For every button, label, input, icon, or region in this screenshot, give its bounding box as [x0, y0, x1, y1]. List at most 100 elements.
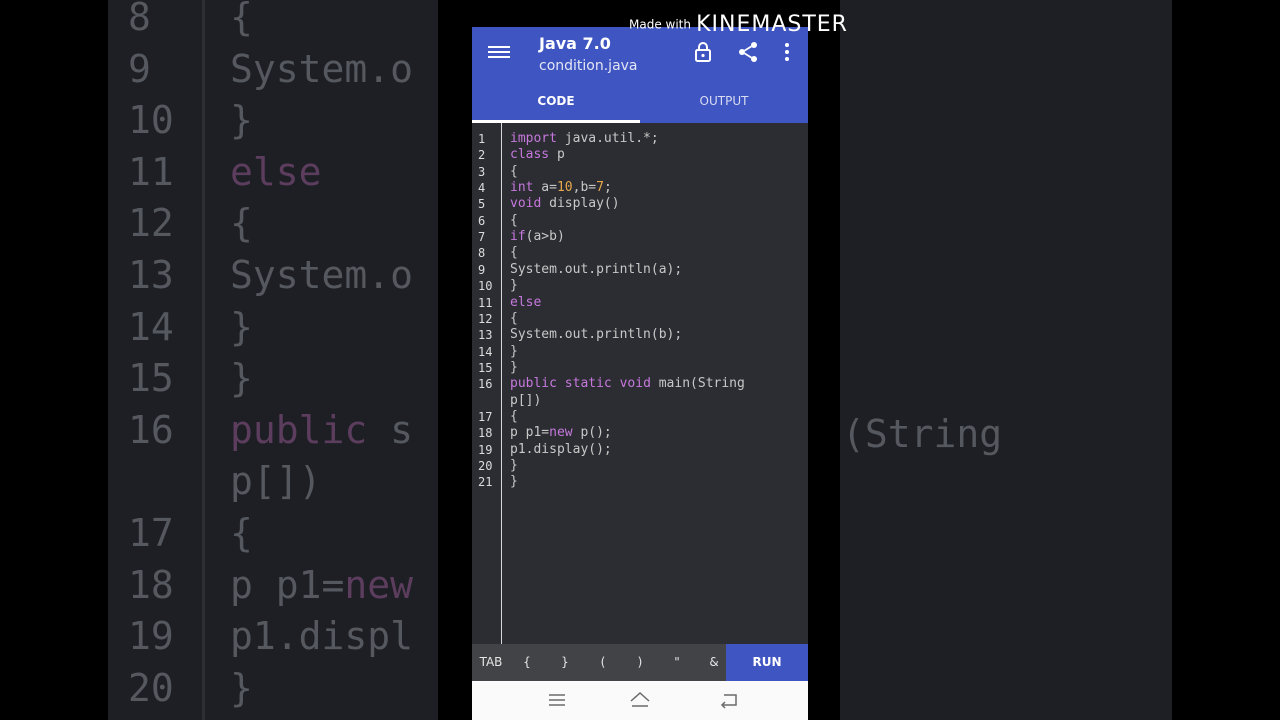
background-code-text: else [230, 149, 322, 194]
watermark-brand: KINEMASTER [696, 12, 848, 37]
system-nav-bar [472, 681, 808, 720]
line-number: 6 [478, 213, 486, 228]
key-open-paren[interactable]: ( [592, 644, 614, 681]
code-text: import java.util.*; [510, 131, 659, 146]
code-text: } [510, 458, 518, 473]
code-text: void display() [510, 196, 620, 212]
background-code-text: public s [230, 407, 414, 452]
more-vert-icon[interactable] [775, 40, 799, 64]
background-code-blur-left: 8 {9 System.o 10} 11 else 12 {13 System.o 14} 15} 1… [108, 0, 438, 720]
code-text: { [510, 212, 518, 228]
background-line-number: 14 [128, 304, 174, 349]
line-number: 13 [478, 328, 493, 343]
line-number: 3 [478, 164, 486, 179]
code-text: { [510, 245, 518, 261]
background-line-number: 9 [128, 46, 151, 91]
code-text: } [510, 474, 518, 490]
code-text: p[]) [510, 392, 542, 408]
background-code-text: } [230, 98, 253, 143]
code-text: int a=10,b=7; [510, 180, 612, 196]
line-number: 11 [478, 295, 493, 310]
line-number: 14 [478, 344, 493, 359]
line-number: 19 [478, 442, 493, 457]
line-number: 9 [478, 262, 486, 277]
line-number: 10 [478, 279, 493, 294]
background-code-text: System.o [230, 46, 414, 91]
tab-output[interactable]: OUTPUT [640, 87, 808, 123]
background-line-number: 8 [128, 0, 151, 39]
line-number: 15 [478, 360, 493, 375]
background-code-text: p[]) [230, 459, 322, 504]
line-number: 16 [478, 377, 493, 392]
background-code-text: } [230, 304, 253, 349]
file-name: condition.java [539, 58, 638, 74]
background-code-text: { [230, 0, 253, 39]
background-gutter-line [202, 0, 205, 720]
code-text: System.out.println(b); [510, 327, 683, 343]
line-number: 2 [478, 148, 486, 163]
background-line-number: 12 [128, 201, 174, 246]
key-open-brace[interactable]: { [516, 644, 538, 681]
background-line-number: 19 [128, 614, 174, 659]
background-line-number: 17 [128, 511, 174, 555]
code-editor[interactable]: 1 import java.util.*; 2 class p 3 {4 int a=10,… [472, 123, 808, 644]
line-number: 5 [478, 197, 486, 212]
app-bar: Java 7.0 condition.java CODE OUTPUT [472, 27, 808, 123]
background-code-text: p p1=new [230, 562, 414, 607]
tab-code[interactable]: CODE [472, 87, 640, 123]
background-line-number: 10 [128, 98, 174, 143]
line-number: 21 [478, 475, 493, 490]
code-text: { [510, 408, 518, 424]
code-text: else [510, 294, 542, 310]
background-code-text: { [230, 511, 253, 555]
code-text: System.out.println(a); [510, 261, 683, 277]
menu-icon[interactable] [488, 43, 510, 61]
background-code-text: System.o [230, 253, 414, 297]
lock-icon[interactable] [691, 40, 715, 64]
code-text: if(a>b) [510, 229, 565, 245]
line-number: 4 [478, 181, 486, 196]
watermark-made-with: Made with [629, 17, 691, 32]
line-number: 17 [478, 409, 493, 424]
line-number: 20 [478, 459, 493, 473]
home-icon[interactable] [628, 689, 652, 711]
background-line-number: 18 [128, 562, 174, 607]
code-text: { [510, 163, 518, 179]
key-quote[interactable]: " [666, 644, 688, 681]
run-button[interactable]: RUN [726, 644, 808, 681]
line-number: 1 [478, 132, 486, 146]
background-code-blur-right: (String [840, 0, 1172, 720]
line-number: 7 [478, 230, 486, 245]
background-code-text: { [230, 201, 253, 246]
code-text: } [510, 359, 518, 375]
back-icon[interactable] [717, 689, 741, 711]
line-number: 12 [478, 311, 493, 326]
background-line-number: 11 [128, 149, 174, 194]
background-code-text: } [230, 356, 253, 401]
key-close-brace[interactable]: } [554, 644, 576, 681]
gutter-divider [501, 123, 502, 644]
key-ampersand[interactable]: & [703, 644, 725, 681]
extra-keys-bar: TAB { } ( ) " & RUN [472, 644, 808, 681]
phone-screen: Java 7.0 condition.java CODE OUTPUT 1 imp… [472, 27, 808, 720]
background-line-number: 20 [128, 665, 174, 710]
code-text: class p [510, 147, 565, 163]
code-text: public static void main(String [510, 376, 745, 392]
code-text: } [510, 343, 518, 359]
recent-apps-icon[interactable] [545, 689, 569, 711]
background-line-number: 16 [128, 407, 174, 452]
background-line-number: 15 [128, 356, 174, 401]
share-icon[interactable] [736, 40, 760, 64]
key-tab[interactable]: TAB [474, 644, 508, 681]
code-text: } [510, 278, 518, 294]
line-number: 8 [478, 246, 486, 261]
background-code-text: } [230, 665, 253, 710]
code-text: p p1=new p(); [510, 425, 612, 441]
line-number: 18 [478, 426, 493, 441]
app-title: Java 7.0 [539, 34, 611, 53]
background-code-text: p1.displ [230, 614, 414, 659]
key-close-paren[interactable]: ) [629, 644, 651, 681]
code-text: p1.display(); [510, 441, 612, 457]
code-text: { [510, 310, 518, 326]
background-right-text: (String [842, 412, 1003, 456]
